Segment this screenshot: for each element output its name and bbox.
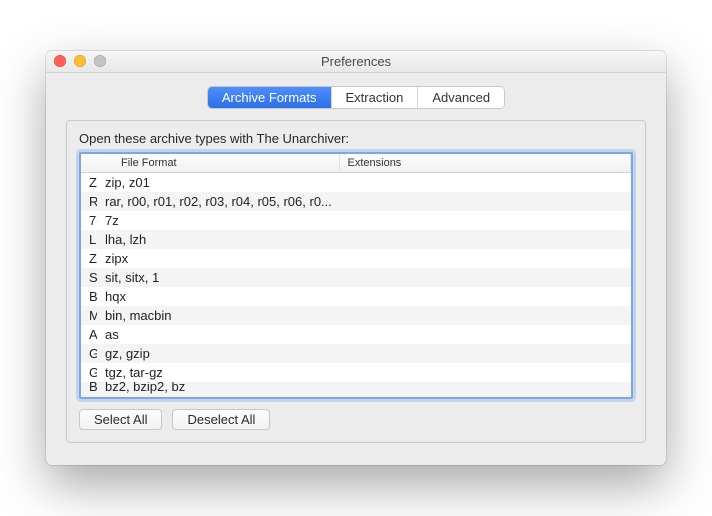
extensions-cell: tgz, tar-gz	[97, 363, 631, 382]
deselect-all-button[interactable]: Deselect All	[172, 409, 270, 430]
file-format-cell: RAR Archive	[81, 192, 97, 211]
extensions-cell: rar, r00, r01, r02, r03, r04, r05, r06, …	[97, 192, 631, 211]
extensions-cell: hqx	[97, 287, 631, 306]
instruction-label: Open these archive types with The Unarch…	[79, 131, 633, 146]
preferences-window: Preferences Archive FormatsExtractionAdv…	[46, 51, 666, 466]
table-row[interactable]: Bzip2 Filebz2, bzip2, bz	[81, 382, 631, 398]
select-all-button[interactable]: Select All	[79, 409, 162, 430]
file-format-cell: LhA Archive	[81, 230, 97, 249]
minimize-icon[interactable]	[74, 55, 86, 67]
tab-bar: Archive FormatsExtractionAdvanced	[66, 87, 646, 108]
table-row[interactable]: MacBinary Filebin, macbin	[81, 306, 631, 325]
col-extensions[interactable]: Extensions	[339, 154, 631, 173]
tab-advanced[interactable]: Advanced	[418, 87, 504, 108]
table-row[interactable]: Zip Archivezip, z01	[81, 173, 631, 192]
extensions-cell: bin, macbin	[97, 306, 631, 325]
file-format-cell: Zip Archive	[81, 173, 97, 192]
table-row[interactable]: RAR Archiverar, r00, r01, r02, r03, r04,…	[81, 192, 631, 211]
table-row[interactable]: Gzip Tar Archivetgz, tar-gz	[81, 363, 631, 382]
extensions-cell: bz2, bzip2, bz	[97, 382, 631, 398]
table-row[interactable]: StuffIt Archivesit, sitx, 1	[81, 268, 631, 287]
close-icon[interactable]	[54, 55, 66, 67]
table-row[interactable]: LhA Archivelha, lzh	[81, 230, 631, 249]
titlebar: Preferences	[46, 51, 666, 73]
file-format-cell: MacBinary File	[81, 306, 97, 325]
file-format-cell: Gzip Tar Archive	[81, 363, 97, 382]
formats-table[interactable]: File Format Extensions Zip Archivezip, z…	[79, 152, 633, 400]
table-row[interactable]: Zipx Archivezipx	[81, 249, 631, 268]
file-format-cell: Zipx Archive	[81, 249, 97, 268]
tab-archive-formats[interactable]: Archive Formats	[208, 87, 332, 108]
file-format-cell: BinHex File	[81, 287, 97, 306]
file-format-cell: 7-Zip Archive	[81, 211, 97, 230]
file-format-cell: Gzip File	[81, 344, 97, 363]
tab-extraction[interactable]: Extraction	[332, 87, 419, 108]
traffic-lights	[46, 55, 106, 67]
extensions-cell: gz, gzip	[97, 344, 631, 363]
archive-formats-group: Open these archive types with The Unarch…	[66, 120, 646, 444]
file-format-cell: AppleSingle File	[81, 325, 97, 344]
file-format-cell: StuffIt Archive	[81, 268, 97, 287]
table-row[interactable]: 7-Zip Archive7z	[81, 211, 631, 230]
extensions-cell: 7z	[97, 211, 631, 230]
col-checkbox	[81, 154, 113, 173]
extensions-cell: as	[97, 325, 631, 344]
extensions-cell: sit, sitx, 1	[97, 268, 631, 287]
table-row[interactable]: AppleSingle Fileas	[81, 325, 631, 344]
window-title: Preferences	[46, 54, 666, 69]
extensions-cell: zipx	[97, 249, 631, 268]
extensions-cell: lha, lzh	[97, 230, 631, 249]
table-row[interactable]: Gzip Filegz, gzip	[81, 344, 631, 363]
zoom-icon	[94, 55, 106, 67]
file-format-cell: Bzip2 File	[81, 382, 97, 398]
extensions-cell: zip, z01	[97, 173, 631, 192]
col-file-format[interactable]: File Format	[113, 154, 339, 173]
table-row[interactable]: BinHex Filehqx	[81, 287, 631, 306]
